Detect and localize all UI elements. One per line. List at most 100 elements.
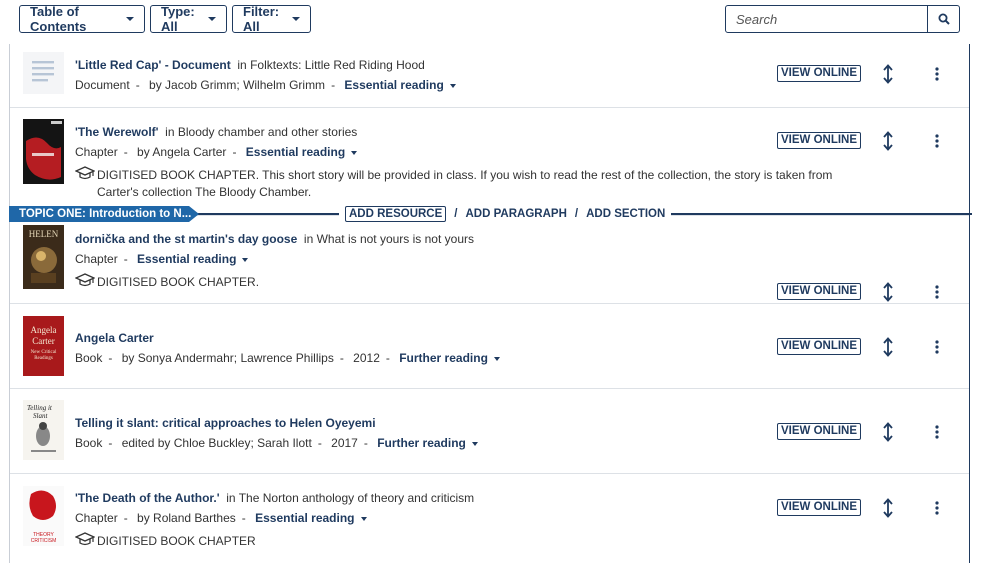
status-label: Further reading — [377, 436, 466, 450]
reading-list: 'Little Red Cap' - Document in Folktexts… — [9, 44, 970, 563]
cover-text: Slant — [33, 412, 48, 420]
topic-divider: TOPIC ONE: Introduction to N... ADD RESO… — [9, 206, 972, 222]
status-label: Essential reading — [344, 78, 444, 92]
more-options-icon[interactable] — [932, 501, 942, 515]
more-options-icon[interactable] — [932, 285, 942, 299]
topic-label[interactable]: TOPIC ONE: Introduction to N... — [9, 206, 199, 222]
item-type: Chapter — [75, 511, 118, 525]
separator: / — [574, 208, 579, 220]
add-section-button[interactable]: ADD SECTION — [586, 208, 665, 220]
add-resource-button[interactable]: ADD RESOURCE — [345, 206, 447, 222]
item-source: in Folktexts: Little Red Riding Hood — [237, 58, 425, 72]
reading-status-dropdown[interactable]: Essential reading — [246, 145, 358, 159]
item-year: 2012 — [353, 351, 380, 365]
toolbar: Table of Contents Type: All Filter: All — [0, 0, 985, 44]
add-paragraph-button[interactable]: ADD PARAGRAPH — [466, 208, 567, 220]
reading-status-dropdown[interactable]: Essential reading — [137, 252, 249, 266]
more-options-icon[interactable] — [932, 425, 942, 439]
item-authors: by Angela Carter — [137, 145, 227, 159]
reorder-icon[interactable] — [881, 282, 895, 302]
reorder-icon[interactable] — [881, 64, 895, 84]
item-note: DIGITISED BOOK CHAPTER. This short story… — [75, 166, 839, 201]
book-cover — [23, 119, 64, 184]
chevron-down-icon — [493, 356, 500, 361]
chevron-down-icon — [242, 257, 249, 262]
book-cover: Angela Carter New Critical Readings — [23, 316, 64, 376]
item-title[interactable]: Angela Carter — [75, 331, 154, 345]
graduation-cap-icon — [75, 273, 95, 287]
section-actions: ADD RESOURCE / ADD PARAGRAPH / ADD SECTI… — [339, 206, 672, 222]
item-year: 2017 — [331, 436, 358, 450]
filter-dropdown[interactable]: Filter: All — [232, 4, 311, 34]
reading-status-dropdown[interactable]: Further reading — [377, 436, 478, 450]
item-title[interactable]: dornička and the st martin's day goose — [75, 232, 297, 246]
item-note: DIGITISED BOOK CHAPTER — [75, 532, 839, 550]
filter-label: Filter: All — [243, 4, 280, 34]
list-item: Telling it Slant Telling it slant: critic… — [10, 389, 969, 474]
more-options-icon[interactable] — [932, 134, 942, 148]
search-icon — [938, 13, 950, 25]
item-type: Book — [75, 436, 103, 450]
reorder-icon[interactable] — [881, 422, 895, 442]
reorder-icon[interactable] — [881, 337, 895, 357]
reading-status-dropdown[interactable]: Further reading — [399, 351, 500, 365]
more-options-icon[interactable] — [932, 340, 942, 354]
list-item: THEORY CRITICISM 'The Death of the Author… — [10, 474, 969, 563]
separator: / — [454, 208, 458, 220]
cover-text: Readings — [34, 356, 53, 361]
view-online-button[interactable]: VIEW ONLINE — [777, 338, 862, 355]
reading-status-dropdown[interactable]: Essential reading — [344, 78, 456, 92]
book-cover: HELEN — [23, 225, 64, 289]
list-item: Angela Carter New Critical Readings Angela … — [10, 304, 969, 389]
cover-text: CRITICISM — [31, 538, 57, 544]
search-input[interactable] — [726, 6, 927, 32]
status-label: Essential reading — [255, 511, 355, 525]
reorder-icon[interactable] — [881, 498, 895, 518]
view-online-button[interactable]: VIEW ONLINE — [777, 499, 862, 516]
item-authors: by Sonya Andermahr; Lawrence Phillips — [121, 351, 334, 365]
reorder-icon[interactable] — [881, 131, 895, 151]
type-filter-dropdown[interactable]: Type: All — [150, 4, 227, 34]
reading-status-dropdown[interactable]: Essential reading — [255, 511, 367, 525]
view-online-button[interactable]: VIEW ONLINE — [777, 132, 862, 149]
type-label: Type: All — [161, 4, 195, 34]
book-cover: Telling it Slant — [23, 400, 64, 460]
item-source: in Bloody chamber and other stories — [165, 125, 358, 139]
item-type: Book — [75, 351, 103, 365]
item-type: Chapter — [75, 145, 118, 159]
cover-text: Carter — [32, 336, 55, 346]
search-button[interactable] — [927, 6, 959, 32]
item-title[interactable]: Telling it slant: critical approaches to… — [75, 416, 376, 430]
item-title[interactable]: 'The Werewolf' — [75, 125, 159, 139]
graduation-cap-icon — [75, 532, 95, 546]
cover-text: HELEN — [29, 229, 59, 239]
view-online-button[interactable]: VIEW ONLINE — [777, 65, 862, 82]
table-of-contents-dropdown[interactable]: Table of Contents — [19, 4, 145, 34]
chevron-down-icon — [471, 441, 478, 446]
item-title[interactable]: 'Little Red Cap' - Document — [75, 58, 231, 72]
graduation-cap-icon — [75, 166, 95, 180]
book-cover: THEORY CRITICISM — [23, 486, 64, 546]
status-label: Essential reading — [137, 252, 237, 266]
chevron-down-icon — [292, 17, 300, 21]
item-note: DIGITISED BOOK CHAPTER. — [75, 273, 839, 291]
item-title[interactable]: 'The Death of the Author.' — [75, 491, 220, 505]
list-item: 'Little Red Cap' - Document in Folktexts… — [10, 44, 969, 108]
list-item: 'The Werewolf' in Bloody chamber and oth… — [10, 108, 969, 216]
cover-text: New Critical — [31, 350, 57, 355]
view-online-button[interactable]: VIEW ONLINE — [777, 423, 862, 440]
more-options-icon[interactable] — [932, 67, 942, 81]
item-source: in What is not yours is not yours — [303, 232, 474, 246]
item-authors: edited by Chloe Buckley; Sarah Ilott — [121, 436, 312, 450]
chevron-down-icon — [208, 17, 216, 21]
item-authors: by Jacob Grimm; Wilhelm Grimm — [149, 78, 326, 92]
search-box — [725, 5, 960, 33]
item-authors: by Roland Barthes — [137, 511, 236, 525]
cover-text: Telling it — [27, 404, 53, 412]
note-text: DIGITISED BOOK CHAPTER. — [97, 275, 260, 289]
document-thumbnail — [23, 52, 64, 94]
note-text: DIGITISED BOOK CHAPTER — [97, 534, 256, 548]
item-type: Chapter — [75, 252, 118, 266]
chevron-down-icon — [360, 516, 367, 521]
view-online-button[interactable]: VIEW ONLINE — [777, 283, 862, 300]
